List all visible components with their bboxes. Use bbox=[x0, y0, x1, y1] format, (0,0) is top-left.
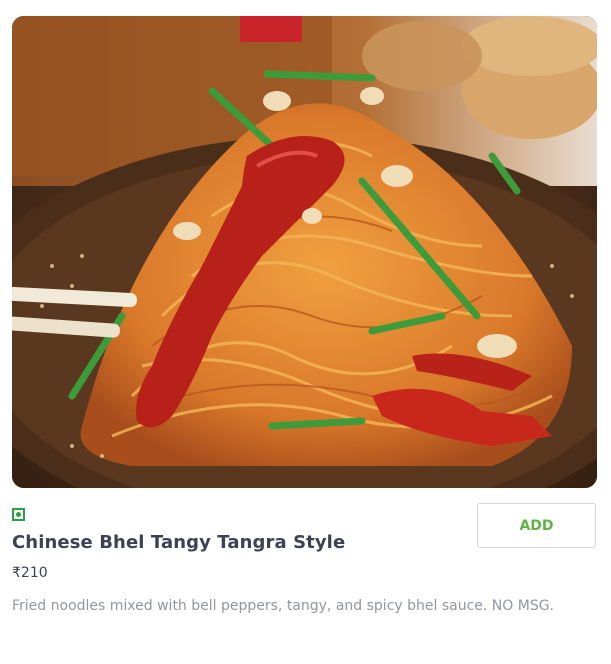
menu-item-card: ADD Chinese Bhel Tangy Tangra Style ₹210… bbox=[0, 0, 611, 664]
item-name: Chinese Bhel Tangy Tangra Style bbox=[12, 532, 346, 553]
item-price: ₹210 bbox=[12, 565, 48, 581]
add-button[interactable]: ADD bbox=[477, 503, 596, 548]
dish-image[interactable] bbox=[12, 16, 597, 488]
veg-indicator-icon bbox=[12, 508, 25, 521]
item-description: Fried noodles mixed with bell peppers, t… bbox=[12, 598, 555, 614]
veg-indicator-dot bbox=[16, 512, 21, 517]
